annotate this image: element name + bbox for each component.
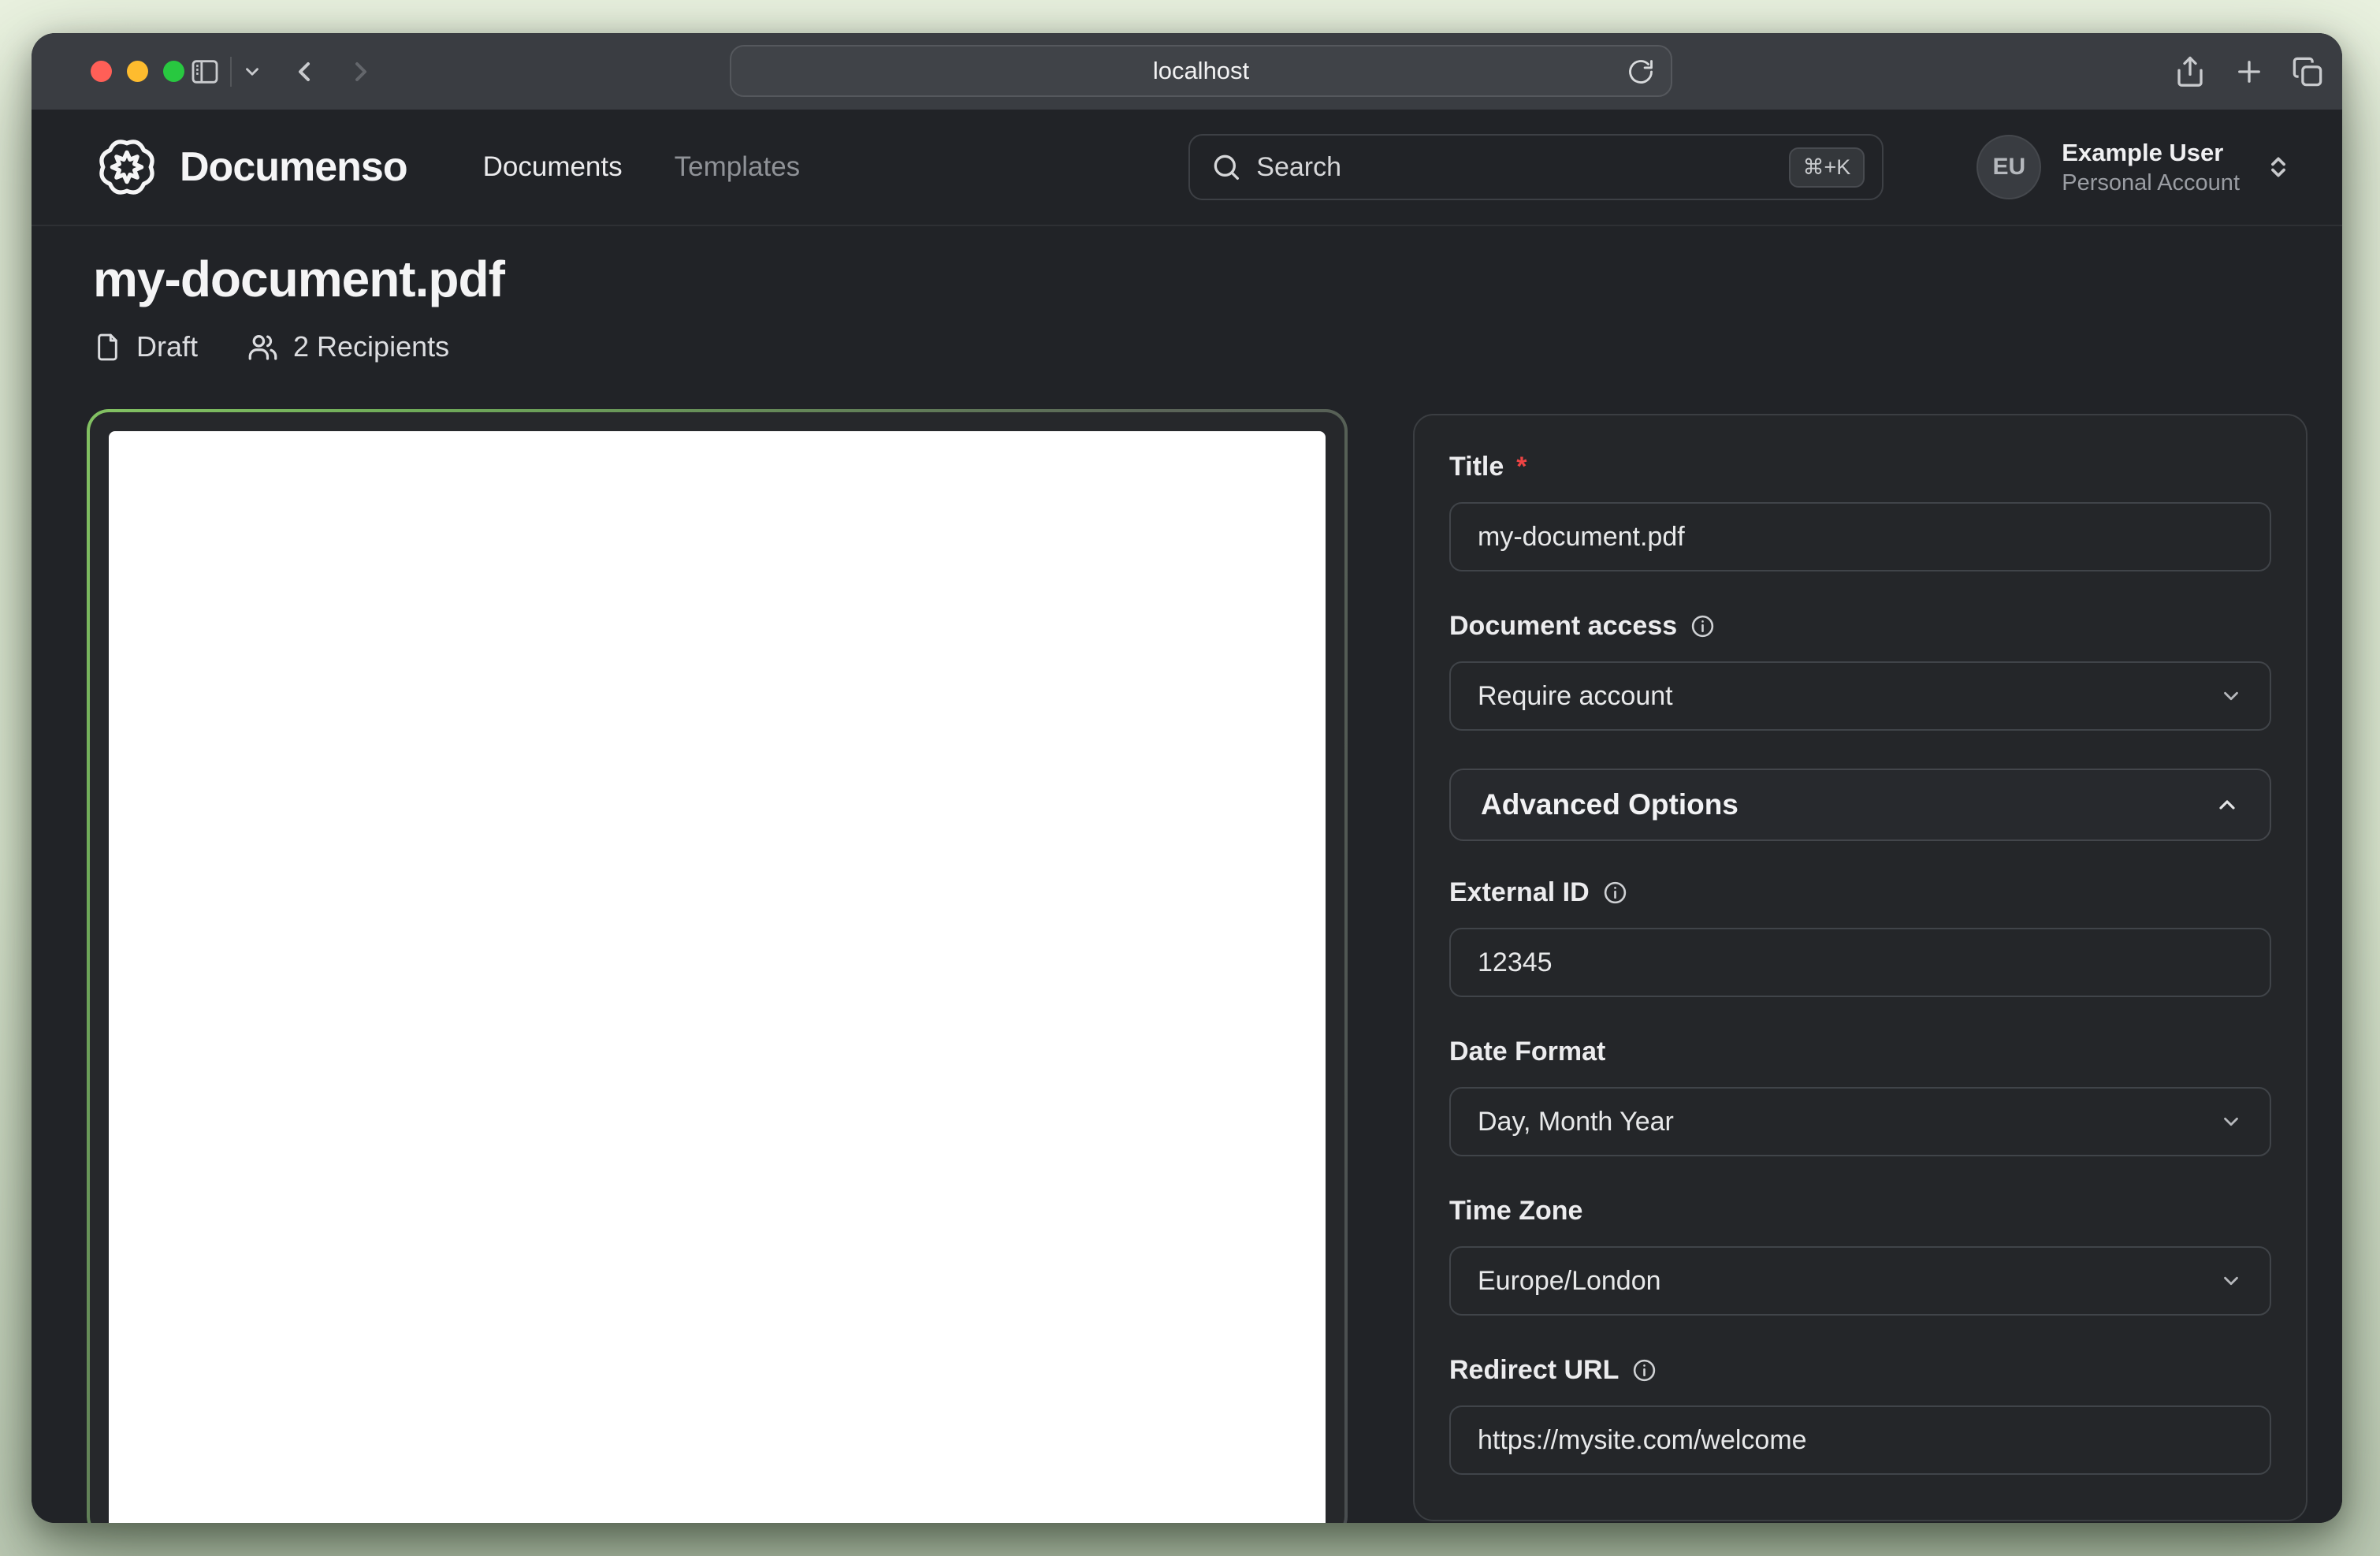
document-access-field: Document access Require account (1449, 609, 2271, 731)
sidebar-dropdown-button[interactable] (235, 33, 270, 110)
document-access-value: Require account (1478, 681, 1673, 712)
brand-name: Documenso (180, 143, 407, 191)
document-access-label: Document access (1449, 609, 1677, 642)
pdf-preview-frame (87, 409, 1348, 1523)
external-id-field: External ID (1449, 876, 2271, 997)
date-format-value: Day, Month Year (1478, 1107, 1674, 1137)
advanced-options-toggle[interactable]: Advanced Options (1449, 769, 2271, 841)
chevron-down-icon (242, 61, 262, 82)
plus-icon (2233, 55, 2266, 88)
pdf-page[interactable] (109, 431, 1326, 1523)
file-icon (93, 333, 122, 362)
zoom-window-button[interactable] (163, 61, 184, 82)
chevron-down-icon (2219, 684, 2243, 708)
redirect-url-field: Redirect URL (1449, 1353, 2271, 1475)
chevron-down-icon (2219, 1110, 2243, 1133)
title-label: Title (1449, 450, 1504, 483)
account-type: Personal Account (2062, 169, 2240, 197)
recipients-text: 2 Recipients (293, 330, 449, 363)
share-icon (2174, 55, 2207, 88)
recipients-meta: 2 Recipients (247, 330, 449, 363)
status-badge: Draft (93, 330, 198, 363)
documenso-logo-icon (93, 133, 161, 201)
search-placeholder: Search (1256, 152, 1341, 183)
app-viewport: Documenso Documents Templates Search ⌘+K… (32, 110, 2342, 1523)
forward-button[interactable] (339, 33, 383, 110)
tab-overview-icon (2291, 55, 2324, 88)
share-button[interactable] (2168, 33, 2212, 110)
address-bar[interactable]: localhost (730, 45, 1672, 97)
reload-button[interactable] (1627, 58, 1655, 86)
date-format-field: Date Format Day, Month Year (1449, 1035, 2271, 1156)
time-zone-select[interactable]: Europe/London (1449, 1246, 2271, 1316)
account-menu[interactable]: EU Example User Personal Account (1977, 135, 2292, 199)
chevron-up-icon (2215, 792, 2240, 817)
reload-icon (1627, 58, 1655, 86)
sidebar-icon (188, 56, 222, 87)
toolbar-divider (230, 57, 232, 87)
browser-window: localhost (32, 33, 2342, 1523)
tab-overview-button[interactable] (2285, 33, 2330, 110)
chevron-down-icon (2219, 1269, 2243, 1293)
redirect-url-label: Redirect URL (1449, 1353, 1619, 1387)
close-window-button[interactable] (91, 61, 112, 82)
search-shortcut-badge: ⌘+K (1789, 147, 1865, 188)
brand-logo[interactable]: Documenso (93, 133, 407, 201)
browser-toolbar: localhost (32, 33, 2342, 110)
redirect-url-input[interactable] (1449, 1405, 2271, 1475)
forward-icon (345, 56, 377, 87)
chevrons-up-down-icon (2265, 154, 2292, 181)
nav-item-documents[interactable]: Documents (483, 151, 623, 183)
page-title: my-document.pdf (93, 250, 2342, 308)
date-format-select[interactable]: Day, Month Year (1449, 1087, 2271, 1156)
title-input[interactable] (1449, 502, 2271, 571)
date-format-label: Date Format (1449, 1035, 1605, 1068)
back-icon (288, 56, 320, 87)
account-info: Example User Personal Account (2062, 137, 2240, 197)
account-name: Example User (2062, 137, 2240, 169)
time-zone-field: Time Zone Europe/London (1449, 1194, 2271, 1316)
address-bar-url: localhost (1153, 57, 1249, 85)
document-editor-page: my-document.pdf Draft 2 Recipients (32, 226, 2342, 1523)
traffic-lights (91, 61, 184, 82)
sidebar-toggle-button[interactable] (183, 33, 227, 110)
document-settings-card: Title * Document access Require account (1413, 414, 2307, 1521)
required-asterisk: * (1516, 450, 1527, 483)
info-icon (1631, 1357, 1657, 1383)
minimize-window-button[interactable] (127, 61, 148, 82)
time-zone-label: Time Zone (1449, 1194, 1582, 1227)
avatar-initials: EU (1992, 154, 2025, 181)
document-access-select[interactable]: Require account (1449, 661, 2271, 731)
new-tab-button[interactable] (2227, 33, 2271, 110)
external-id-input[interactable] (1449, 928, 2271, 997)
users-icon (247, 331, 279, 363)
info-icon (1602, 880, 1628, 906)
back-button[interactable] (282, 33, 326, 110)
search-icon (1210, 151, 1242, 183)
external-id-label: External ID (1449, 876, 1590, 909)
status-text: Draft (136, 330, 198, 363)
pdf-preview-inner (90, 412, 1344, 1523)
app-header: Documenso Documents Templates Search ⌘+K… (32, 110, 2342, 226)
time-zone-value: Europe/London (1478, 1266, 1661, 1297)
title-field: Title * (1449, 450, 2271, 571)
avatar: EU (1977, 135, 2041, 199)
main-nav: Documents Templates (483, 151, 801, 183)
advanced-options-label: Advanced Options (1481, 788, 1739, 821)
nav-item-templates[interactable]: Templates (675, 151, 801, 183)
document-meta: Draft 2 Recipients (93, 330, 2342, 363)
info-icon (1690, 613, 1716, 639)
global-search[interactable]: Search ⌘+K (1188, 134, 1884, 200)
